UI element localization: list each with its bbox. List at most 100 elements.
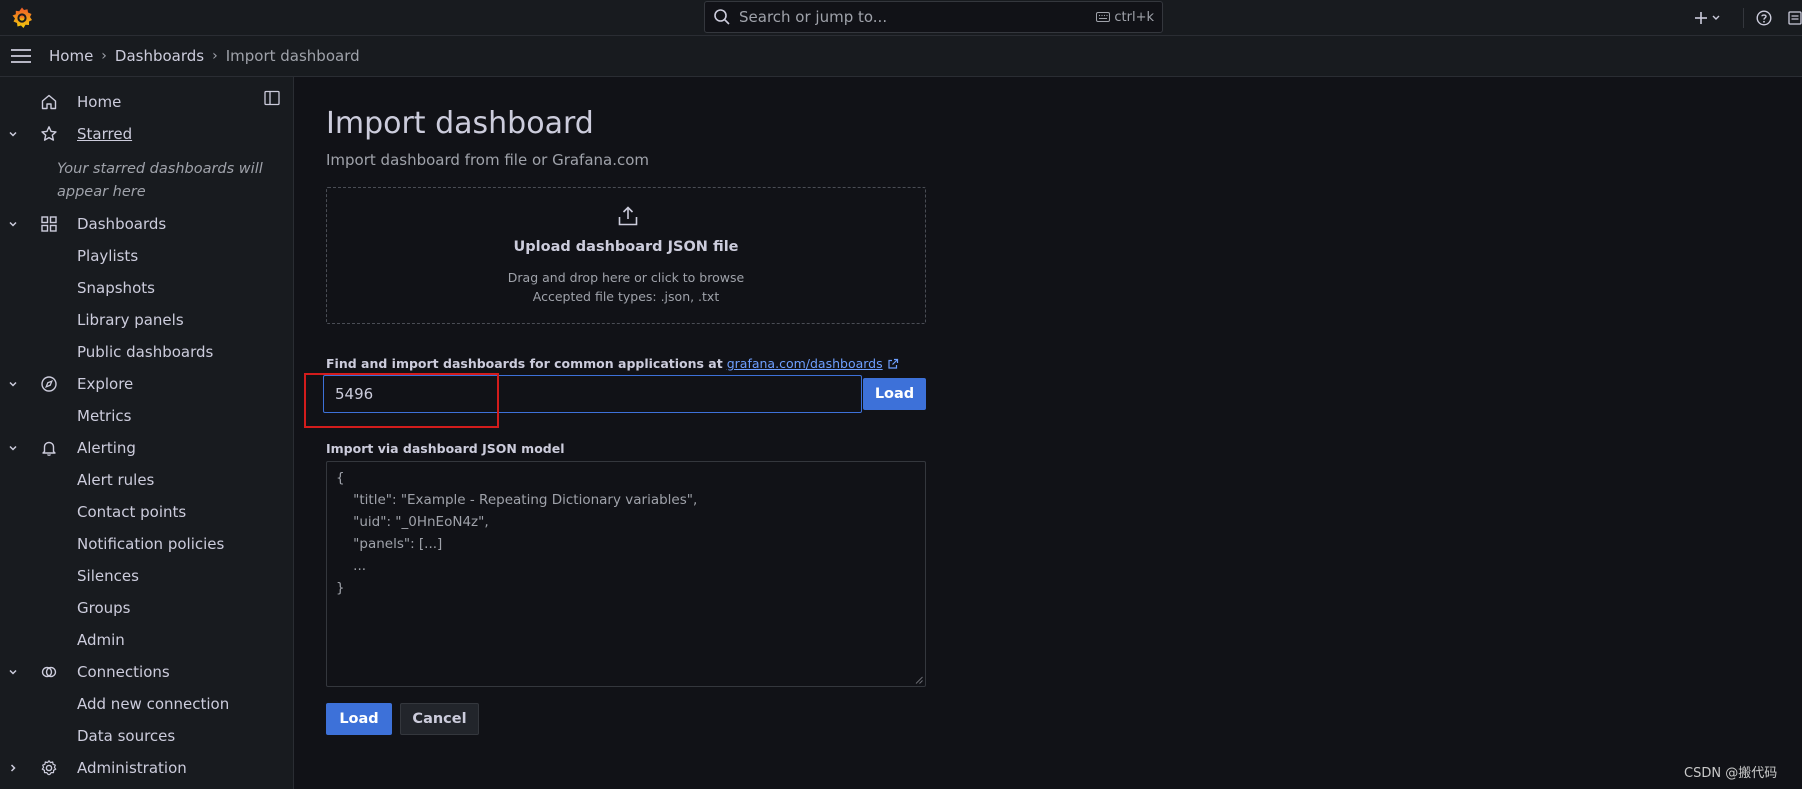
sidebar-item-label: Silences <box>77 567 139 585</box>
grafana-com-label: Find and import dashboards for common ap… <box>326 356 899 371</box>
sidebar-item-alert-rules[interactable]: Alert rules <box>0 465 293 495</box>
home-icon <box>41 94 57 110</box>
cog-icon <box>41 760 57 776</box>
sidebar-item-label: Add new connection <box>77 695 230 713</box>
upload-file-types: Accepted file types: .json, .txt <box>532 289 720 304</box>
load-id-button[interactable]: Load <box>863 378 926 410</box>
sidebar-item-label: Data sources <box>77 727 176 745</box>
search-icon <box>714 9 730 25</box>
json-line: { <box>336 470 345 486</box>
compass-icon <box>41 376 57 392</box>
sidebar-item-label: Notification policies <box>77 535 225 553</box>
sidebar-item-admin[interactable]: Admin <box>0 625 293 655</box>
watermark: CSDN @搬代码 <box>1684 766 1778 781</box>
breadcrumb-home[interactable]: Home <box>49 47 93 65</box>
json-line: "panels": [...] <box>336 536 443 552</box>
json-line: } <box>336 580 345 596</box>
sidebar-item-label: Playlists <box>77 247 139 265</box>
sidebar-item-dashboards[interactable]: Dashboards <box>0 209 293 239</box>
breadcrumb-separator: › <box>101 48 107 64</box>
sidebar-item-label: Metrics <box>77 407 132 425</box>
sidebar-item-groups[interactable]: Groups <box>0 593 293 623</box>
help-circle-icon <box>1756 10 1772 26</box>
sidebar-item-public-dashboards[interactable]: Public dashboards <box>0 337 293 367</box>
keyboard-icon <box>1096 12 1111 22</box>
bell-icon <box>42 441 56 456</box>
plus-icon <box>1695 12 1720 24</box>
upload-hint: Drag and drop here or click to browse <box>507 270 745 285</box>
sidebar-item-administration[interactable]: Administration <box>0 753 293 783</box>
news-icon <box>1788 11 1802 25</box>
sidebar-item-metrics[interactable]: Metrics <box>0 401 293 431</box>
sidebar-item-contact-points[interactable]: Contact points <box>0 497 293 527</box>
add-new-button[interactable] <box>1694 0 1724 36</box>
dashboard-id-input[interactable] <box>323 375 862 413</box>
json-line: "uid": "_0HnEoN4z", <box>336 514 489 530</box>
chevron-down-icon[interactable] <box>7 666 19 678</box>
help-button[interactable] <box>1756 0 1772 36</box>
sidebar-item-label: Alerting <box>77 439 136 457</box>
sidebar-item-snapshots[interactable]: Snapshots <box>0 273 293 303</box>
star-icon <box>41 126 57 141</box>
sidebar-item-alerting[interactable]: Alerting <box>0 433 293 463</box>
chevron-right-icon[interactable] <box>7 762 19 774</box>
sidebar-item-label: Starred <box>77 125 133 143</box>
resize-handle-icon[interactable] <box>915 676 923 684</box>
breadcrumb-current: Import dashboard <box>225 47 360 65</box>
sidebar-item-starred[interactable]: Starred <box>0 119 293 149</box>
news-button[interactable] <box>1788 0 1802 36</box>
top-bar: Search or jump to... ctrl+k <box>0 0 1802 36</box>
sidebar-item-label: Groups <box>77 599 131 617</box>
shortcut-label: ctrl+k <box>1114 9 1154 25</box>
sidebar-item-library-panels[interactable]: Library panels <box>0 305 293 335</box>
breadcrumb-separator: › <box>212 48 218 64</box>
external-link-icon[interactable] <box>887 358 899 370</box>
chevron-down-icon[interactable] <box>7 378 19 390</box>
apps-icon <box>41 216 57 232</box>
grafana-logo-icon[interactable] <box>10 6 34 30</box>
chevron-down-icon[interactable] <box>7 218 19 230</box>
json-model-label: Import via dashboard JSON model <box>326 441 565 456</box>
json-line: "title": "Example - Repeating Dictionary… <box>336 492 698 508</box>
page-title: Import dashboard <box>326 106 594 141</box>
breadcrumb-dashboards[interactable]: Dashboards <box>115 47 204 65</box>
sidebar: Home Starred Your starred dashboards wil… <box>0 77 294 789</box>
breadcrumb: Home › Dashboards › Import dashboard <box>0 36 1802 77</box>
menu-icon[interactable] <box>11 48 31 64</box>
search-bar[interactable]: Search or jump to... ctrl+k <box>704 1 1163 33</box>
sidebar-item-silences[interactable]: Silences <box>0 561 293 591</box>
json-line: ... <box>336 558 367 574</box>
upload-title: Upload dashboard JSON file <box>513 239 739 255</box>
chevron-down-icon[interactable] <box>7 128 19 140</box>
search-placeholder: Search or jump to... <box>739 8 888 26</box>
sidebar-item-home[interactable]: Home <box>0 87 293 117</box>
page-subtitle: Import dashboard from file or Grafana.co… <box>326 151 650 169</box>
sidebar-item-label: Alert rules <box>77 471 155 489</box>
json-model-textarea[interactable]: { "title": "Example - Repeating Dictiona… <box>326 461 926 687</box>
starred-empty-message: Your starred dashboards will appear here <box>57 161 263 200</box>
cancel-button[interactable]: Cancel <box>400 703 479 735</box>
sidebar-item-label: Dashboards <box>77 215 167 233</box>
search-shortcut: ctrl+k <box>1096 10 1154 25</box>
grafana-com-label-text: Find and import dashboards for common ap… <box>326 356 723 371</box>
upload-dropzone[interactable]: Upload dashboard JSON file Drag and drop… <box>326 187 926 324</box>
sidebar-item-notification-policies[interactable]: Notification policies <box>0 529 293 559</box>
connections-icon <box>41 666 57 678</box>
sidebar-item-label: Administration <box>77 759 187 777</box>
sidebar-item-playlists[interactable]: Playlists <box>0 241 293 271</box>
sidebar-item-label: Snapshots <box>77 279 155 297</box>
sidebar-item-label: Explore <box>77 375 134 393</box>
sidebar-item-label: Admin <box>77 631 125 649</box>
sidebar-item-label: Connections <box>77 663 170 681</box>
sidebar-item-connections[interactable]: Connections <box>0 657 293 687</box>
topbar-divider <box>1743 8 1744 28</box>
sidebar-item-label: Home <box>77 93 122 111</box>
sidebar-item-label: Library panels <box>77 311 184 329</box>
chevron-down-icon[interactable] <box>7 442 19 454</box>
upload-icon <box>618 206 638 226</box>
load-button[interactable]: Load <box>326 703 392 735</box>
sidebar-item-explore[interactable]: Explore <box>0 369 293 399</box>
grafana-com-link[interactable]: grafana.com/dashboards <box>727 356 883 371</box>
sidebar-item-add-new-connection[interactable]: Add new connection <box>0 689 293 719</box>
sidebar-item-data-sources[interactable]: Data sources <box>0 721 293 751</box>
